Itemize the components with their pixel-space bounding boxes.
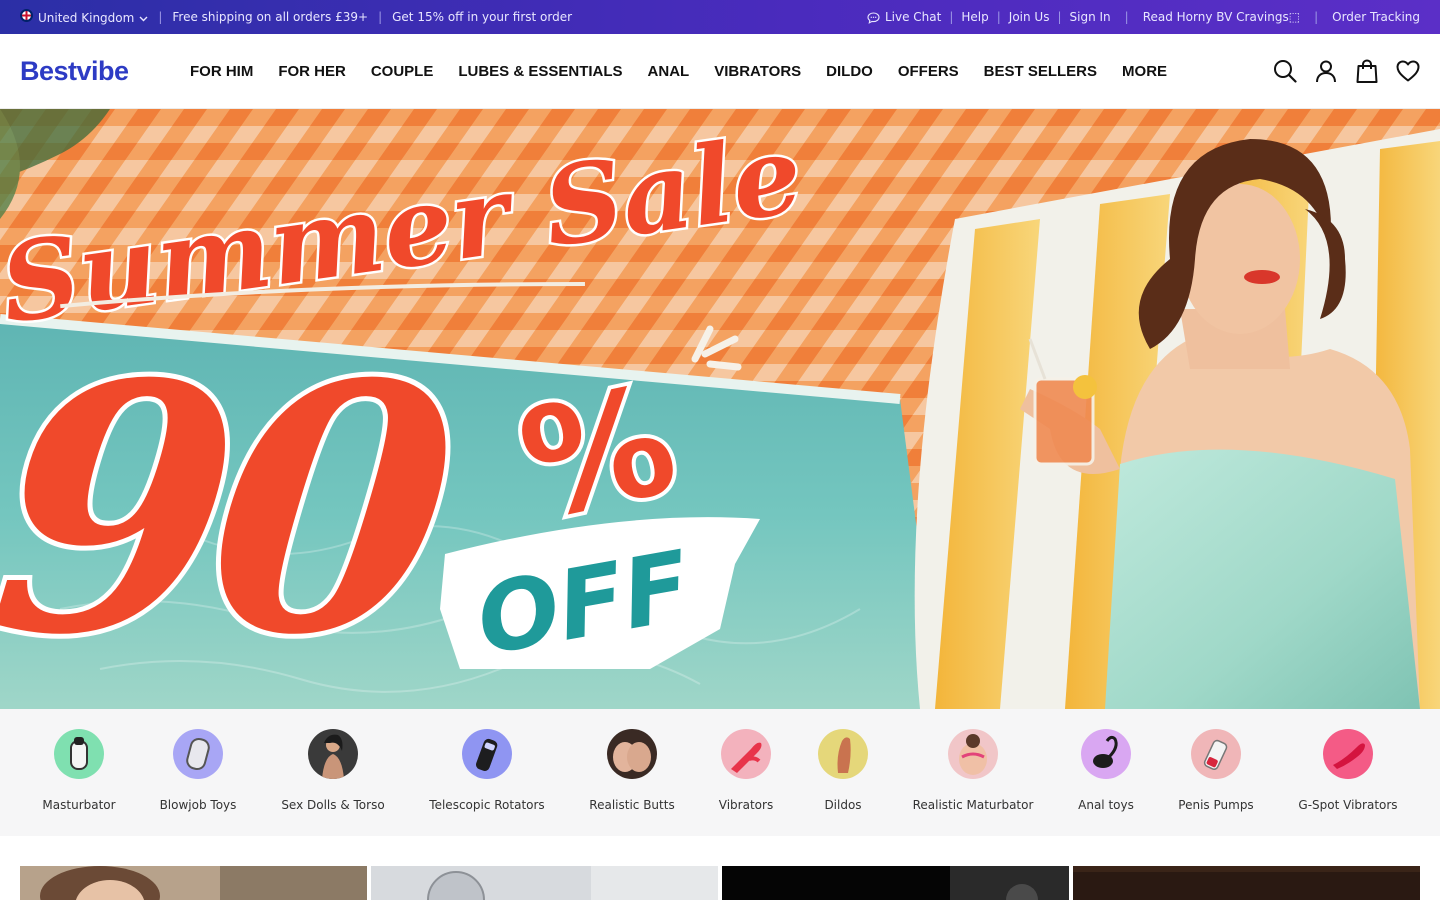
category-label: Realistic Butts bbox=[589, 798, 675, 812]
category-label: Sex Dolls & Torso bbox=[281, 798, 385, 812]
divider: | bbox=[1057, 10, 1062, 24]
region-label: United Kingdom bbox=[38, 11, 135, 25]
bag-icon[interactable] bbox=[1355, 59, 1379, 83]
category-label: Masturbator bbox=[42, 798, 116, 812]
live-chat-link[interactable]: Live Chat bbox=[867, 10, 941, 24]
chevron-down-icon bbox=[139, 16, 148, 22]
shipping-notice: Free shipping on all orders £39+ bbox=[172, 10, 369, 24]
join-us-link[interactable]: Join Us bbox=[1009, 10, 1050, 24]
first-order-discount-link[interactable]: Get 15% off in your first order bbox=[392, 10, 572, 24]
promo-tiles bbox=[20, 866, 1420, 900]
nav-couple[interactable]: COUPLE bbox=[371, 63, 434, 80]
category-label: G-Spot Vibrators bbox=[1298, 798, 1398, 812]
header-actions bbox=[1273, 59, 1420, 83]
category-telescopic-rotators[interactable]: Telescopic Rotators bbox=[407, 729, 567, 812]
dildo-thumb bbox=[818, 729, 868, 779]
masturbator-thumb bbox=[54, 729, 104, 779]
category-gspot-vibrators[interactable]: G-Spot Vibrators bbox=[1268, 729, 1428, 812]
hero-illustration: Summer Sale 90 % OFF bbox=[0, 109, 1440, 709]
live-chat-label: Live Chat bbox=[884, 10, 942, 24]
announcement-left: United Kingdom | Free shipping on all or… bbox=[20, 9, 572, 25]
category-label: Blowjob Toys bbox=[159, 798, 237, 812]
help-link[interactable]: Help bbox=[961, 10, 988, 24]
category-label: Anal toys bbox=[1078, 798, 1134, 812]
category-label: Dildos bbox=[824, 798, 862, 812]
main-nav: FOR HIM FOR HER COUPLE LUBES & ESSENTIAL… bbox=[190, 63, 1167, 80]
category-label: Telescopic Rotators bbox=[429, 798, 545, 812]
category-sex-dolls-torso[interactable]: Sex Dolls & Torso bbox=[253, 729, 413, 812]
divider: | bbox=[949, 10, 954, 24]
promo-tile[interactable] bbox=[20, 866, 367, 900]
site-header: Bestvibe FOR HIM FOR HER COUPLE LUBES & … bbox=[0, 34, 1440, 109]
divider: | bbox=[1314, 10, 1319, 24]
nav-vibrators[interactable]: VIBRATORS bbox=[714, 63, 801, 80]
hero-banner[interactable]: Summer Sale 90 % OFF bbox=[0, 109, 1440, 709]
gspot-thumb bbox=[1323, 729, 1373, 779]
sign-in-link[interactable]: Sign In bbox=[1070, 10, 1111, 24]
order-tracking-link[interactable]: Order Tracking bbox=[1332, 10, 1420, 24]
nav-anal[interactable]: ANAL bbox=[648, 63, 690, 80]
promo-tile[interactable] bbox=[1073, 866, 1420, 900]
chat-icon bbox=[867, 11, 880, 24]
site-logo[interactable]: Bestvibe bbox=[20, 56, 190, 87]
nav-dildo[interactable]: DILDO bbox=[826, 63, 873, 80]
realistic-masturbator-thumb bbox=[948, 729, 998, 779]
nav-for-him[interactable]: FOR HIM bbox=[190, 63, 253, 80]
hero-discount-amount: 90 bbox=[0, 311, 469, 709]
announcement-right: Live Chat | Help | Join Us | Sign In | R… bbox=[867, 10, 1420, 24]
divider: | bbox=[1124, 10, 1129, 24]
nav-lubes-essentials[interactable]: LUBES & ESSENTIALS bbox=[458, 63, 622, 80]
search-icon[interactable] bbox=[1273, 59, 1297, 83]
region-selector[interactable]: United Kingdom bbox=[20, 9, 148, 25]
nav-best-sellers[interactable]: BEST SELLERS bbox=[984, 63, 1097, 80]
divider: | bbox=[378, 10, 383, 24]
promo-tile[interactable] bbox=[371, 866, 718, 900]
nav-offers[interactable]: OFFERS bbox=[898, 63, 959, 80]
nav-for-her[interactable]: FOR HER bbox=[278, 63, 346, 80]
pump-thumb bbox=[1191, 729, 1241, 779]
category-label: Penis Pumps bbox=[1178, 798, 1254, 812]
account-icon[interactable] bbox=[1314, 59, 1338, 83]
butt-thumb bbox=[607, 729, 657, 779]
uk-flag-icon bbox=[20, 9, 33, 22]
blog-link[interactable]: Read Horny BV Cravings⬚ bbox=[1143, 10, 1300, 24]
announcement-bar: United Kingdom | Free shipping on all or… bbox=[0, 0, 1440, 34]
divider: | bbox=[996, 10, 1001, 24]
promo-tile[interactable] bbox=[722, 866, 1069, 900]
anal-toy-thumb bbox=[1081, 729, 1131, 779]
doll-thumb bbox=[308, 729, 358, 779]
heart-icon[interactable] bbox=[1396, 59, 1420, 83]
divider: | bbox=[158, 10, 163, 24]
category-strip: Masturbator Blowjob Toys Sex Dolls & Tor… bbox=[0, 709, 1440, 836]
nav-more[interactable]: MORE bbox=[1122, 63, 1167, 80]
blowjob-toy-thumb bbox=[173, 729, 223, 779]
category-label: Realistic Maturbator bbox=[912, 798, 1034, 812]
rotator-thumb bbox=[462, 729, 512, 779]
